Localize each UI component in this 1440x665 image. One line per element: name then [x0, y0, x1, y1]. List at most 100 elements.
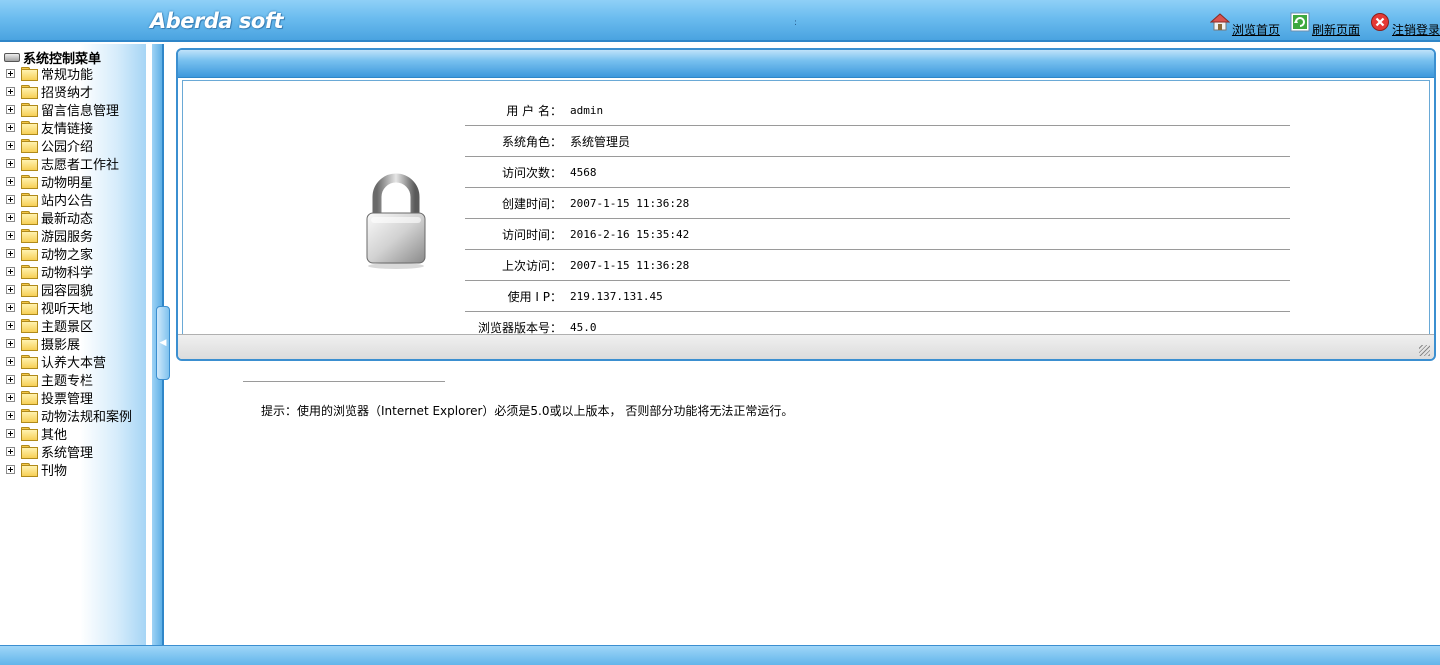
info-value: 45.0 [570, 320, 597, 334]
sidebar-item[interactable]: 摄影展 [6, 334, 132, 353]
info-label: 创建时间： [501, 196, 562, 211]
expand-icon[interactable] [6, 176, 15, 186]
drive-icon [4, 53, 20, 62]
sidebar-item-label: 主题景区 [41, 319, 94, 335]
expand-icon[interactable] [6, 68, 15, 78]
info-row: 使用 I P： 219.137.131.45 [465, 281, 1290, 312]
expand-icon[interactable] [6, 140, 15, 150]
sidebar-item-label: 游园服务 [41, 229, 94, 245]
sidebar-item[interactable]: 最新动态 [6, 208, 132, 227]
folder-icon [21, 102, 38, 117]
sidebar-item[interactable]: 其他 [6, 424, 132, 443]
expand-icon[interactable] [6, 266, 15, 276]
expand-icon[interactable] [6, 212, 15, 222]
expand-icon[interactable] [6, 230, 15, 240]
expand-icon[interactable] [6, 410, 15, 420]
folder-icon [21, 174, 38, 189]
top-header: Aberda soft : 浏览首页 刷新页面 注销登录 [0, 0, 1440, 42]
sidebar-item-label: 动物法规和案例 [41, 409, 133, 425]
collapse-sidebar-button[interactable]: ◀ [156, 306, 170, 380]
folder-icon [21, 336, 38, 351]
sidebar-item[interactable]: 动物明星 [6, 172, 132, 191]
sidebar-item[interactable]: 游园服务 [6, 226, 132, 245]
expand-icon[interactable] [6, 248, 15, 258]
sidebar-item[interactable]: 友情链接 [6, 118, 132, 137]
sidebar-item[interactable]: 系统管理 [6, 442, 132, 461]
sidebar-item-label: 摄影展 [41, 337, 81, 353]
sidebar-item[interactable]: 常规功能 [6, 64, 132, 83]
info-row: 系统角色： 系统管理员 [465, 126, 1290, 157]
sidebar-item[interactable]: 留言信息管理 [6, 100, 132, 119]
user-info-table: 用 户 名： admin 系统角色： 系统管理员 访问次数： 4568 创建时间： 2007-… [465, 95, 1290, 343]
expand-icon[interactable] [6, 158, 15, 168]
refresh-page-link[interactable]: 刷新页面 [1290, 12, 1360, 38]
logout-label: 注销登录 [1391, 23, 1440, 37]
panel-body: 用 户 名： admin 系统角色： 系统管理员 访问次数： 4568 创建时间： 2007-… [182, 80, 1430, 343]
expand-icon[interactable] [6, 104, 15, 114]
folder-icon [21, 390, 38, 405]
expand-icon[interactable] [6, 374, 15, 384]
expand-icon[interactable] [6, 446, 15, 456]
menu-tree: 常规功能招贤纳才 留言信息管理 友情链接 公园介绍 志愿者工作社 动物明星站内公告最新动态… [6, 64, 133, 479]
info-label: 上次访问： [501, 258, 562, 273]
expand-icon[interactable] [6, 194, 15, 204]
sidebar-item[interactable]: 主题专栏 [6, 370, 132, 389]
info-value: 4568 [570, 165, 597, 179]
sidebar-item[interactable]: 视听天地 [6, 298, 132, 317]
folder-icon [21, 264, 38, 279]
expand-icon[interactable] [6, 428, 15, 438]
info-value: 2007-1-15 11:36:28 [570, 258, 690, 272]
info-row: 创建时间： 2007-1-15 11:36:28 [465, 188, 1290, 219]
sidebar-item[interactable]: 园容园貌 [6, 280, 132, 299]
sidebar-item[interactable]: 投票管理 [6, 388, 132, 407]
folder-icon [21, 66, 38, 81]
expand-icon[interactable] [6, 356, 15, 366]
sidebar-item[interactable]: 动物法规和案例 [6, 406, 133, 425]
sidebar-item-label: 动物科学 [41, 265, 94, 281]
folder-icon [21, 300, 38, 315]
sidebar-item[interactable]: 动物科学 [6, 262, 132, 281]
folder-icon [21, 192, 38, 207]
sidebar-item[interactable]: 招贤纳才 [6, 82, 132, 101]
sidebar-item[interactable]: 公园介绍 [6, 136, 132, 155]
info-row: 用 户 名： admin [465, 95, 1290, 126]
sidebar-item[interactable]: 认养大本营 [6, 352, 132, 371]
refresh-icon [1290, 12, 1310, 32]
sidebar-item-label: 招贤纳才 [41, 85, 94, 101]
folder-icon [21, 444, 38, 459]
header-separator: : [794, 18, 798, 28]
sidebar-item-label: 其他 [41, 427, 68, 443]
sidebar-item-label: 最新动态 [41, 211, 94, 227]
folder-icon [21, 318, 38, 333]
info-value: admin [570, 103, 604, 117]
info-row: 上次访问： 2007-1-15 11:36:28 [465, 250, 1290, 281]
sidebar-item-label: 园容园貌 [41, 283, 94, 299]
logout-icon [1370, 12, 1390, 32]
expand-icon[interactable] [6, 338, 15, 348]
folder-icon [21, 246, 38, 261]
browse-home-link[interactable]: 浏览首页 [1209, 13, 1280, 38]
panel-title-bar [178, 50, 1434, 78]
header-links: 浏览首页 刷新页面 注销登录 [1200, 10, 1440, 38]
expand-icon[interactable] [6, 284, 15, 294]
sidebar-item[interactable]: 动物之家 [6, 244, 132, 263]
expand-icon[interactable] [6, 302, 15, 312]
sidebar-item-label: 站内公告 [41, 193, 94, 209]
sidebar-item[interactable]: 志愿者工作社 [6, 154, 132, 173]
expand-icon[interactable] [6, 392, 15, 402]
expand-icon[interactable] [6, 86, 15, 96]
folder-icon [21, 228, 38, 243]
sidebar-item[interactable]: 刊物 [6, 460, 132, 479]
info-value: 2007-1-15 11:36:28 [570, 196, 690, 210]
expand-icon[interactable] [6, 122, 15, 132]
lock-icon [361, 169, 431, 269]
sidebar-item-label: 认养大本营 [41, 355, 107, 371]
folder-icon [21, 354, 38, 369]
sidebar-item[interactable]: 主题景区 [6, 316, 132, 335]
logout-link[interactable]: 注销登录 [1370, 13, 1440, 38]
folder-icon [21, 138, 38, 153]
expand-icon[interactable] [6, 464, 15, 474]
sidebar-item[interactable]: 站内公告 [6, 190, 132, 209]
sidebar-item-label: 系统管理 [41, 445, 94, 461]
expand-icon[interactable] [6, 320, 15, 330]
